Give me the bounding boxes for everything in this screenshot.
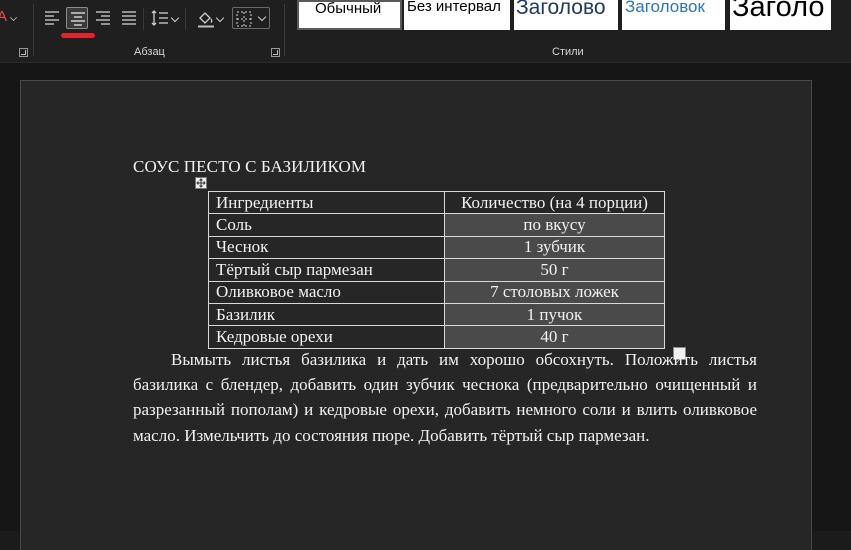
- paragraph-dialog-launcher[interactable]: [271, 48, 280, 57]
- align-right-button[interactable]: [92, 7, 114, 29]
- chevron-down-icon[interactable]: [215, 13, 225, 23]
- style-no-spacing[interactable]: Без интервал: [404, 0, 510, 30]
- style-label: Без интервал: [407, 0, 501, 15]
- shading-button[interactable]: [194, 7, 216, 29]
- chevron-down-icon: [257, 12, 267, 22]
- table-cell[interactable]: 7 столовых ложек: [444, 280, 665, 304]
- line-spacing-button[interactable]: [148, 7, 170, 29]
- chevron-down-icon: [10, 14, 17, 21]
- table-cell[interactable]: Базилик: [208, 302, 445, 327]
- group-divider: [284, 4, 285, 56]
- font-color-button[interactable]: A: [0, 8, 22, 30]
- table-cell[interactable]: 50 г: [444, 258, 665, 282]
- style-label: Заголовок: [625, 0, 705, 16]
- table-cell[interactable]: Чеснок: [208, 235, 445, 260]
- align-center-button[interactable]: [66, 7, 88, 29]
- style-label: Заголо: [732, 0, 825, 23]
- group-divider: [33, 4, 34, 56]
- instructions-paragraph[interactable]: Вымыть листья базилика и дать им хорошо …: [133, 347, 757, 448]
- style-label: Обычный: [315, 0, 382, 17]
- justify-button[interactable]: [118, 7, 140, 29]
- font-dialog-launcher[interactable]: [19, 48, 28, 57]
- justify-icon: [122, 11, 136, 25]
- table-cell[interactable]: по вкусу: [444, 213, 665, 237]
- style-label: Заголово: [516, 0, 606, 19]
- table-header-cell[interactable]: Количество (на 4 порции): [444, 190, 665, 215]
- table-cell[interactable]: 1 пучок: [444, 302, 665, 327]
- table-row: Соль по вкусу: [208, 213, 665, 237]
- move-arrows-icon: [196, 178, 206, 188]
- style-heading-1[interactable]: Заголово: [514, 0, 618, 30]
- table-cell[interactable]: Соль: [208, 213, 445, 237]
- table-cell[interactable]: Тёртый сыр пармезан: [208, 258, 445, 282]
- table-row: Оливковое масло 7 столовых ложек: [208, 280, 665, 304]
- group-divider: [143, 8, 144, 30]
- ingredients-table[interactable]: Ингредиенты Количество (на 4 порции) Сол…: [208, 190, 665, 349]
- borders-button[interactable]: [232, 7, 270, 29]
- red-underline-annotation: [61, 33, 95, 38]
- table-row: Базилик 1 пучок: [208, 302, 665, 327]
- recipe-title: СОУС ПЕСТО С БАЗИЛИКОМ: [133, 157, 367, 176]
- paragraph-group-label: Абзац: [134, 46, 165, 58]
- table-cell[interactable]: 1 зубчик: [444, 235, 665, 260]
- style-title[interactable]: Заголо: [730, 0, 831, 30]
- align-right-icon: [96, 11, 110, 25]
- style-normal[interactable]: Обычный: [297, 0, 402, 30]
- font-color-icon: A: [0, 8, 8, 25]
- group-divider: [185, 8, 186, 30]
- table-cell[interactable]: Оливковое масло: [208, 280, 445, 304]
- align-left-icon: [45, 11, 59, 25]
- styles-gallery: Обычный Без интервал Заголово Заголовок …: [295, 0, 851, 32]
- table-header-cell[interactable]: Ингредиенты: [208, 190, 445, 215]
- align-left-button[interactable]: [41, 7, 63, 29]
- line-spacing-icon: [151, 10, 168, 26]
- style-heading-2[interactable]: Заголовок: [622, 0, 725, 30]
- table-row: Чеснок 1 зубчик: [208, 235, 665, 260]
- table-move-handle[interactable]: [195, 177, 207, 189]
- ribbon: A Абзац Обычный Без интервал Заголово За…: [0, 0, 851, 63]
- table-row: Кедровые орехи 40 г: [208, 325, 665, 349]
- styles-group-label: Стили: [552, 46, 584, 58]
- borders-icon: [236, 11, 252, 27]
- table-header-row: Ингредиенты Количество (на 4 порции): [208, 190, 665, 215]
- table-row: Тёртый сыр пармезан 50 г: [208, 258, 665, 282]
- align-center-icon: [71, 12, 85, 26]
- table-cell[interactable]: Кедровые орехи: [208, 325, 445, 349]
- table-cell[interactable]: 40 г: [444, 325, 665, 349]
- paint-bucket-icon: [198, 12, 214, 28]
- chevron-down-icon[interactable]: [170, 13, 180, 23]
